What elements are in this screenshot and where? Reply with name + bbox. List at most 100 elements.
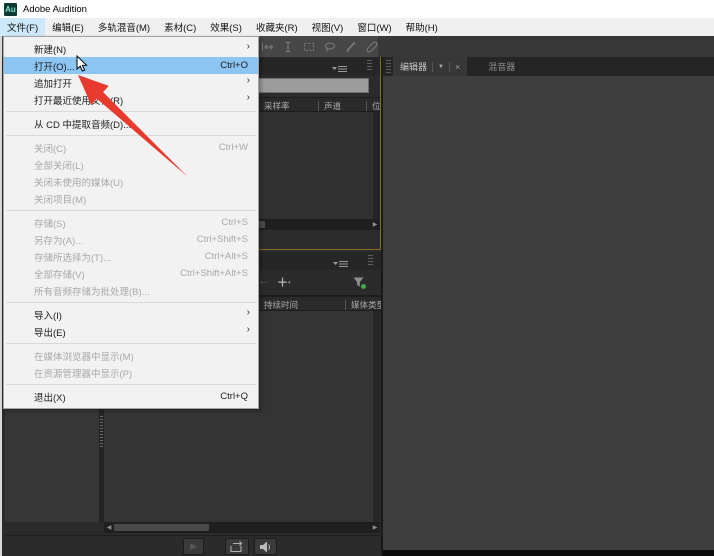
media-horizontal-scrollbar[interactable]: ◀ ▶ <box>104 522 380 533</box>
menu-item-close-all[interactable]: 全部关闭(L) <box>4 156 258 173</box>
submenu-arrow-icon: › <box>246 41 250 52</box>
submenu-arrow-icon: › <box>246 307 250 318</box>
submenu-arrow-icon: › <box>246 75 250 86</box>
menu-item-save-selection-as[interactable]: 存储所选择为(T)... Ctrl+Alt+S <box>4 248 258 265</box>
menu-bar: 文件(F) 编辑(E) 多轨混音(M) 素材(C) 效果(S) 收藏夹(R) 视… <box>0 18 714 36</box>
menu-shortcut: Ctrl+S <box>221 217 248 228</box>
menu-shortcut: Ctrl+W <box>218 142 248 153</box>
editor-bottom-strip <box>383 550 714 556</box>
tab-dropdown-icon[interactable]: ▼ <box>438 64 444 70</box>
marquee-selection-tool-icon[interactable] <box>302 40 316 54</box>
menu-item-save-all-audio-batch[interactable]: 所有音频存储为批处理(B)... <box>4 282 258 299</box>
menu-separator <box>6 343 256 344</box>
slip-tool-icon[interactable] <box>260 40 274 54</box>
menu-item-label: 从 CD 中提取音频(D)... <box>34 119 132 131</box>
menu-item-export[interactable]: 导出(E) › <box>4 323 258 340</box>
menu-item-save-all[interactable]: 全部存储(V) Ctrl+Shift+Alt+S <box>4 265 258 282</box>
menu-separator <box>6 111 256 112</box>
menu-item-reveal-in-explorer[interactable]: 在资源管理器中显示(P) <box>4 364 258 381</box>
back-icon[interactable]: ← <box>258 275 269 287</box>
menubar-item-edit[interactable]: 编辑(E) <box>45 18 91 36</box>
scrollbar-thumb[interactable] <box>114 524 209 531</box>
menu-separator <box>6 384 256 385</box>
menu-item-save-as[interactable]: 另存为(A)... Ctrl+Shift+S <box>4 231 258 248</box>
splitter-grip[interactable] <box>100 416 103 448</box>
tab-mixer[interactable]: 混音器 <box>481 57 522 76</box>
play-button[interactable]: ▶ <box>183 538 204 555</box>
menubar-item-effects[interactable]: 效果(S) <box>203 18 249 36</box>
adobe-audition-window: Au Adobe Audition 文件(F) 编辑(E) 多轨混音(M) 素材… <box>0 0 714 556</box>
submenu-arrow-icon: › <box>246 324 250 335</box>
column-sample-rate[interactable]: 采样率 <box>258 100 290 112</box>
menubar-item-favorites[interactable]: 收藏夹(R) <box>249 18 305 36</box>
panel-menu-icon[interactable] <box>332 61 348 79</box>
menu-item-close[interactable]: 关闭(C) Ctrl+W <box>4 139 258 156</box>
menu-item-label: 关闭项目(M) <box>34 194 87 206</box>
filter-icon[interactable] <box>352 276 367 295</box>
menu-item-import[interactable]: 导入(I) › <box>4 306 258 323</box>
menu-item-reveal-in-media-browser[interactable]: 在媒体浏览器中显示(M) <box>4 347 258 364</box>
scroll-right-icon[interactable]: ▶ <box>370 221 380 228</box>
menu-shortcut: Ctrl+Alt+S <box>204 251 248 262</box>
menu-item-open[interactable]: 打开(O)... Ctrl+O <box>4 57 258 74</box>
files-vertical-scrollbar[interactable] <box>373 112 380 219</box>
menu-shortcut: Ctrl+O <box>220 60 248 71</box>
editor-dock: 编辑器 ▼ × 混音器 <box>381 57 714 556</box>
panel-grip[interactable] <box>367 60 372 72</box>
menu-item-label: 导出(E) <box>34 327 66 339</box>
tab-editor-label: 编辑器 <box>400 62 428 72</box>
menu-item-new[interactable]: 新建(N) › <box>4 40 258 57</box>
dock-grip[interactable] <box>386 60 391 73</box>
audition-logo-icon: Au <box>4 2 17 16</box>
editor-empty-area <box>383 76 714 550</box>
menu-item-exit[interactable]: 退出(X) Ctrl+Q <box>4 388 258 405</box>
menu-item-label: 在媒体浏览器中显示(M) <box>34 351 134 363</box>
menu-item-label: 关闭未使用的媒体(U) <box>34 177 124 189</box>
title-bar: Au Adobe Audition <box>0 0 714 18</box>
editor-tab-row: 编辑器 ▼ × 混音器 <box>383 57 714 76</box>
menubar-item-file[interactable]: 文件(F) <box>0 18 46 36</box>
menu-shortcut: Ctrl+Q <box>220 391 248 402</box>
menu-separator <box>6 302 256 303</box>
submenu-arrow-icon: › <box>246 92 250 103</box>
menu-item-label: 存储所选择为(T)... <box>34 252 112 264</box>
loop-button[interactable] <box>225 538 249 555</box>
scroll-left-icon[interactable]: ◀ <box>104 524 114 531</box>
lasso-selection-tool-icon[interactable] <box>323 40 337 54</box>
column-channels[interactable]: 声道 <box>318 100 341 112</box>
menu-item-append-open[interactable]: 追加打开 › <box>4 74 258 91</box>
menu-item-save[interactable]: 存储(S) Ctrl+S <box>4 214 258 231</box>
menu-item-label: 全部关闭(L) <box>34 160 84 172</box>
menu-separator <box>6 210 256 211</box>
menu-item-open-recent[interactable]: 打开最近使用文件(R) › <box>4 91 258 108</box>
tab-close-icon[interactable]: × <box>455 62 460 72</box>
menubar-item-window[interactable]: 窗口(W) <box>350 18 398 36</box>
paintbrush-tool-icon[interactable] <box>344 40 358 54</box>
panel-grip[interactable] <box>368 255 373 267</box>
column-bit-depth[interactable]: 位 <box>366 100 381 112</box>
spot-healing-brush-tool-icon[interactable] <box>365 40 379 54</box>
menu-item-label: 打开(O)... <box>34 61 75 73</box>
menu-item-label: 新建(N) <box>34 44 67 56</box>
column-duration[interactable]: 持续时间 <box>258 299 298 311</box>
menubar-item-clip[interactable]: 素材(C) <box>157 18 203 36</box>
window-title: Adobe Audition <box>23 3 87 15</box>
scroll-right-icon[interactable]: ▶ <box>370 524 380 531</box>
menubar-item-view[interactable]: 视图(V) <box>305 18 351 36</box>
menu-item-label: 另存为(A)... <box>34 235 84 247</box>
tab-editor[interactable]: 编辑器 ▼ × <box>393 57 468 76</box>
auto-play-speaker-button[interactable] <box>254 538 277 555</box>
menubar-item-help[interactable]: 帮助(H) <box>399 18 445 36</box>
menubar-item-multitrack[interactable]: 多轨混音(M) <box>91 18 157 36</box>
time-selection-tool-icon[interactable] <box>281 40 295 54</box>
column-media-type[interactable]: 媒体类型 <box>345 299 385 311</box>
tab-separator <box>448 61 450 72</box>
add-icon[interactable]: ＋▾ <box>277 274 291 290</box>
menu-item-close-session[interactable]: 关闭项目(M) <box>4 190 258 207</box>
menu-item-close-unused-media[interactable]: 关闭未使用的媒体(U) <box>4 173 258 190</box>
tab-separator <box>432 61 434 72</box>
media-vertical-scrollbar[interactable] <box>373 311 380 522</box>
menu-item-extract-cd[interactable]: 从 CD 中提取音频(D)... <box>4 115 258 132</box>
file-menu-popup: 新建(N) › 打开(O)... Ctrl+O 追加打开 › 打开最近使用文件(R) ›… <box>3 36 259 409</box>
menu-item-label: 退出(X) <box>34 392 66 404</box>
